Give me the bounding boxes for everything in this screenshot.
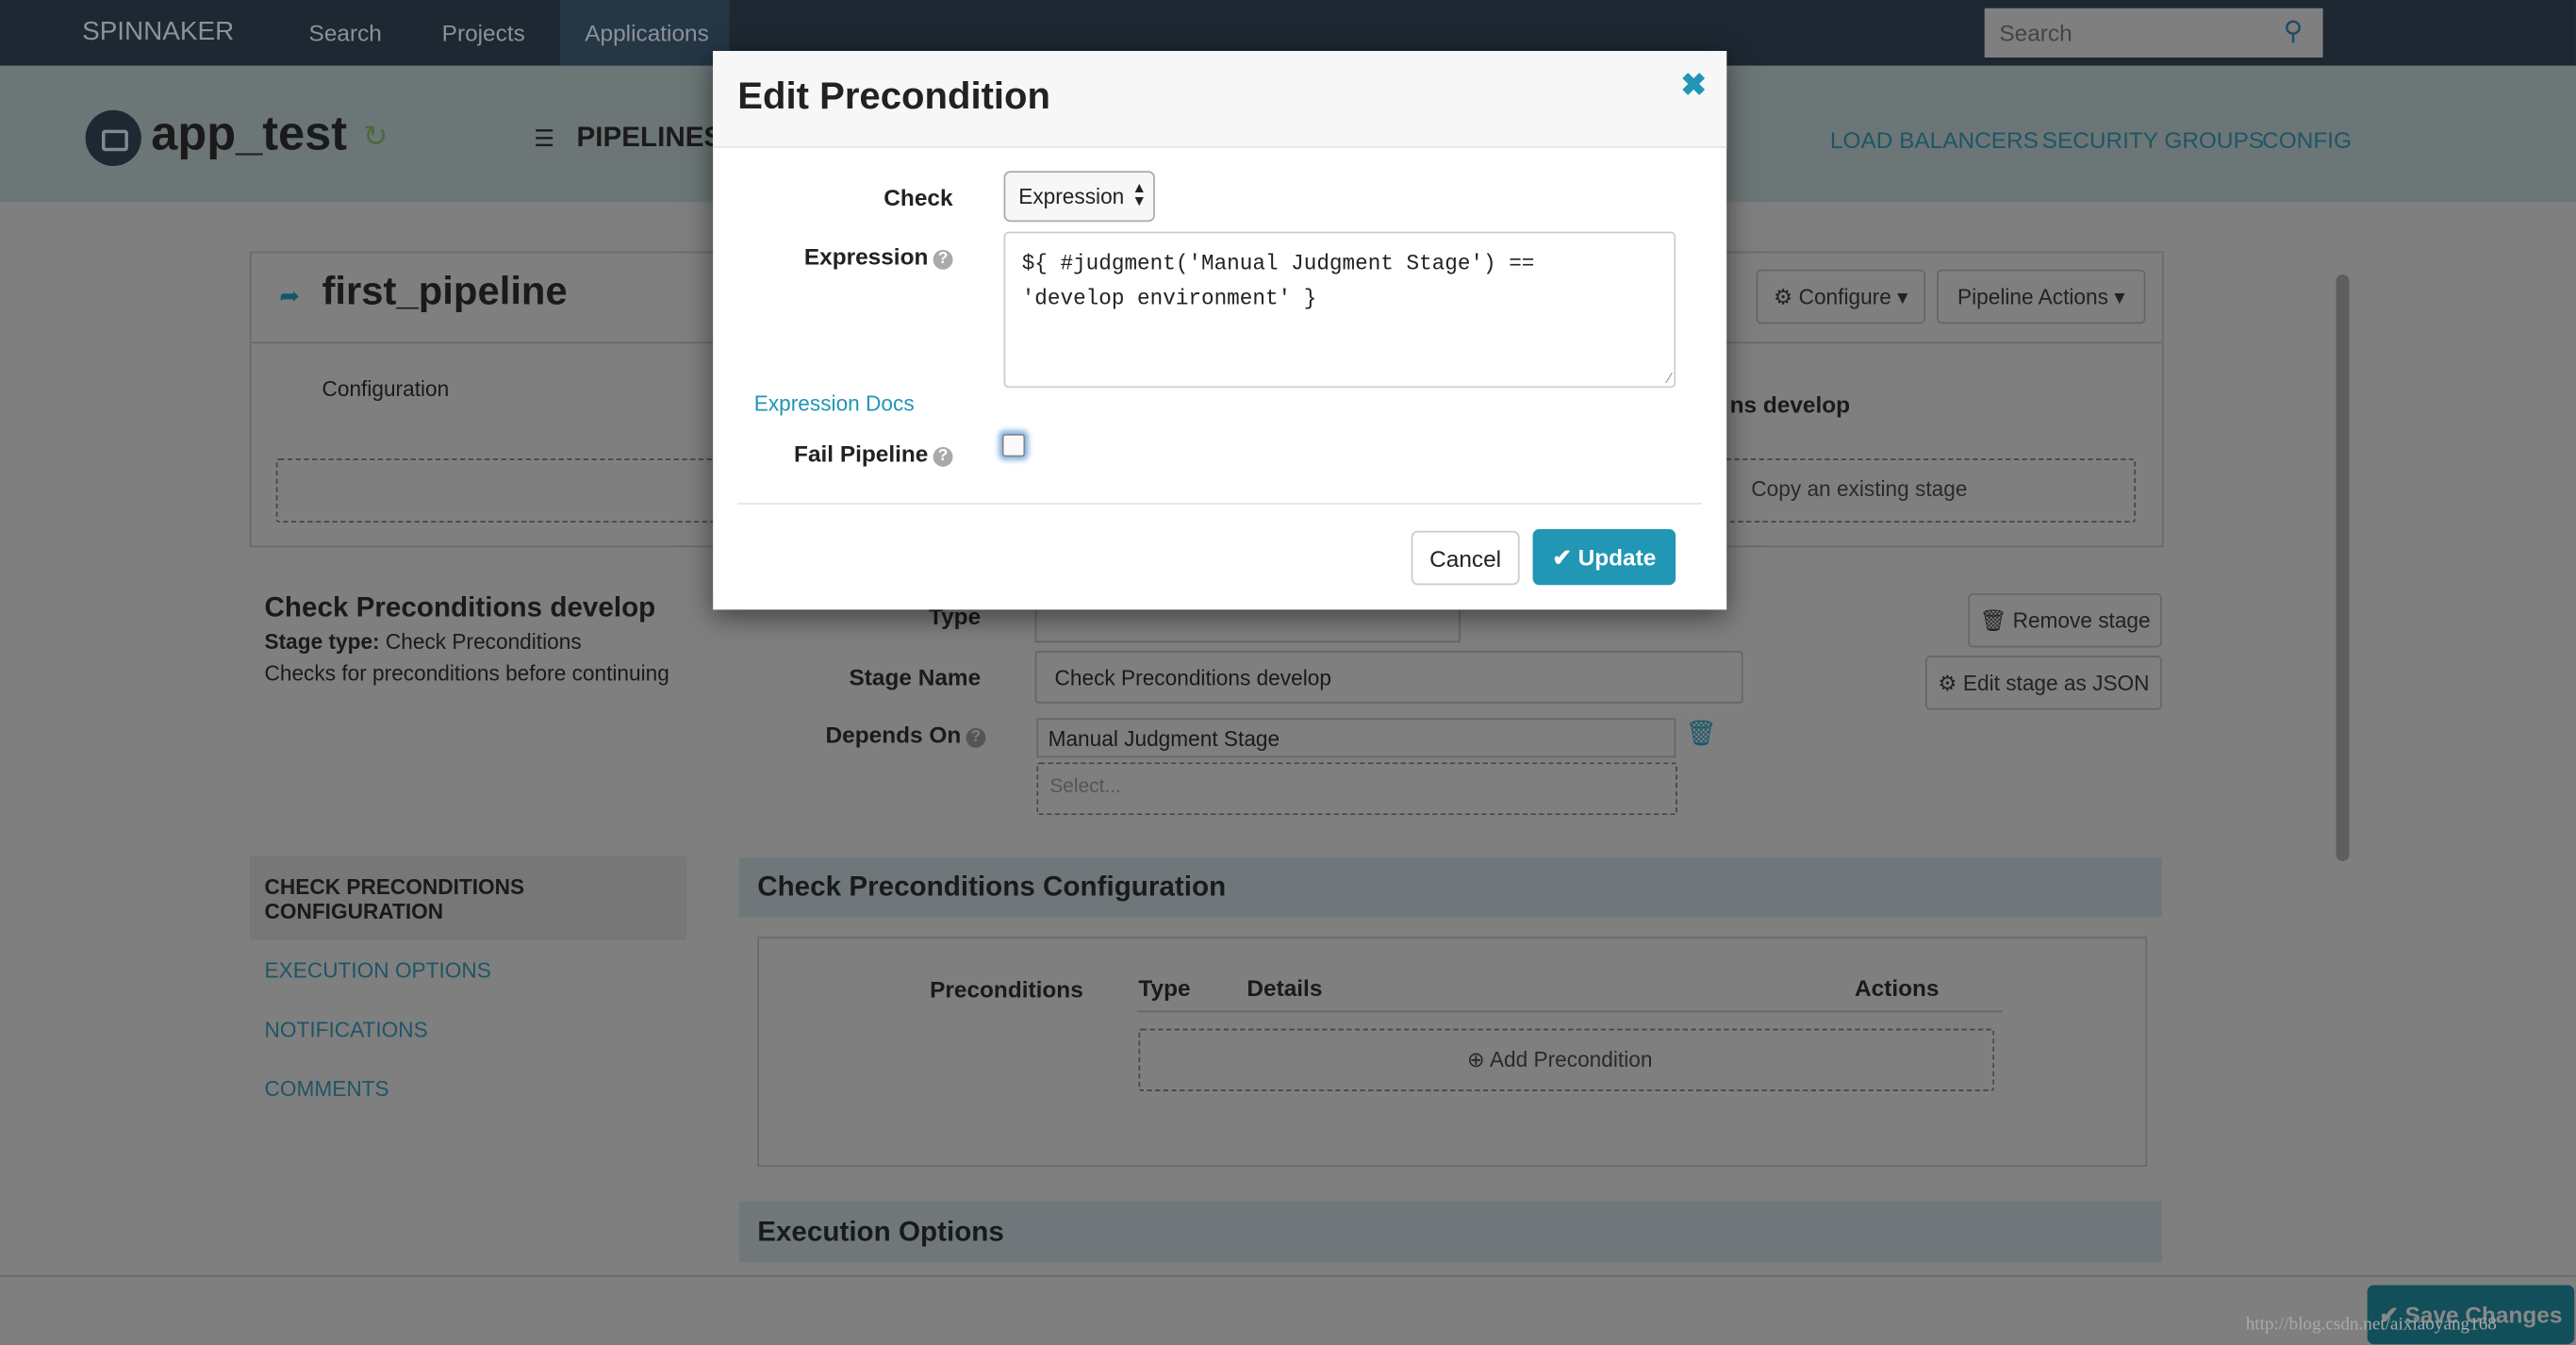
column-preconditions: Preconditions (930, 975, 1083, 1003)
remove-stage-button[interactable]: 🗑 Remove stage (1968, 592, 2162, 648)
nav-applications[interactable]: Applications (560, 0, 730, 66)
column-actions: Actions (1855, 974, 1940, 1002)
depends-on-text: Depends On (825, 721, 962, 748)
update-button[interactable]: ✔ Update (1532, 529, 1676, 586)
trash-icon[interactable]: 🗑 (1686, 718, 1717, 748)
modal-title: Edit Precondition (737, 74, 1051, 117)
update-label: Update (1577, 543, 1657, 571)
expression-label: Expression? (779, 243, 953, 270)
pipelines-icon: ☰ (534, 125, 555, 152)
edit-precondition-modal: Edit Precondition ✖ Check Expression ▲ ▼ E… (713, 51, 1727, 610)
config-node[interactable]: Configuration (322, 376, 449, 401)
stage-name-input[interactable]: Check Preconditions develop (1034, 650, 1743, 704)
stage-description: Checks for preconditions before continui… (264, 660, 669, 686)
check-label: Check (883, 184, 953, 211)
tab-load-balancers[interactable]: LOAD BALANCERS (1830, 126, 2039, 153)
app-icon (85, 109, 141, 166)
stage-name-value: Check Preconditions develop (1054, 665, 1331, 690)
configure-button[interactable]: ⚙ Configure ▾ (1756, 269, 1925, 324)
expression-textarea[interactable]: ${ #judgment('Manual Judgment Stage') ==… (1003, 231, 1676, 389)
brand-logo[interactable]: SPINNAKER (82, 18, 234, 47)
pipeline-name: first_pipeline (322, 269, 568, 314)
close-icon[interactable]: ✖ (1680, 67, 1707, 105)
help-icon[interactable]: ? (966, 727, 986, 748)
configure-label: Configure (1798, 284, 1891, 309)
resize-handle-icon[interactable]: ∕ (1668, 370, 1671, 386)
nav-projects[interactable]: Projects (442, 20, 525, 46)
cancel-button[interactable]: Cancel (1411, 530, 1520, 586)
expression-docs-link[interactable]: Expression Docs (754, 391, 915, 416)
gear-icon: ⚙ (1773, 283, 1793, 308)
gear-icon: ⚙ (1938, 669, 1957, 695)
back-icon[interactable]: ➦ (279, 281, 300, 311)
edit-json-label: Edit stage as JSON (1962, 670, 2150, 695)
copy-stage-link[interactable]: Copy an existing stage (1751, 476, 1967, 501)
depends-on-value[interactable]: Manual Judgment Stage (1036, 718, 1676, 758)
help-icon[interactable]: ? (933, 249, 953, 270)
side-nav-config-label: CHECK PRECONDITIONS CONFIGURATION (264, 873, 525, 924)
trash-icon: 🗑 (1979, 606, 2007, 632)
watermark: http://blog.csdn.net/aixiaoyang168 (2245, 1314, 2497, 1335)
config-section-header: Check Preconditions Configuration (739, 857, 2162, 918)
expression-value: ${ #judgment('Manual Judgment Stage') ==… (1021, 251, 1535, 311)
add-precondition-label: Add Precondition (1489, 1046, 1653, 1071)
stage-summary: Check Preconditions develop Stage type: … (265, 591, 725, 685)
preconditions-table: Preconditions Type Details Actions ⊕ Add… (757, 937, 2148, 1168)
nav-search[interactable]: Search (309, 20, 382, 46)
app-name: app_test (151, 108, 348, 161)
help-icon[interactable]: ? (933, 446, 953, 467)
side-nav-comments[interactable]: COMMENTS (265, 1076, 389, 1101)
edit-json-button[interactable]: ⚙ Edit stage as JSON (1924, 656, 2162, 710)
column-details: Details (1247, 974, 1323, 1002)
search-icon[interactable]: ⚲ (2284, 15, 2303, 48)
scrollbar[interactable] (2336, 274, 2350, 861)
side-nav-execution-options[interactable]: EXECUTION OPTIONS (265, 958, 491, 983)
refresh-icon[interactable]: ↻ (363, 120, 388, 155)
check-select-value: Expression (1018, 184, 1125, 209)
tab-security-groups[interactable]: SECURITY GROUPS (2042, 126, 2264, 153)
pipeline-actions-button[interactable]: Pipeline Actions ▾ (1937, 269, 2146, 324)
stage-title: Check Preconditions develop (264, 591, 656, 623)
check-select[interactable]: Expression ▲ ▼ (1003, 171, 1155, 223)
fail-pipeline-label: Fail Pipeline? (762, 440, 953, 467)
stage-name-label: Stage Name (849, 663, 982, 690)
fail-pipeline-checkbox[interactable] (1001, 433, 1026, 457)
expression-label-text: Expression (803, 242, 929, 270)
depends-on-placeholder: Select... (1049, 773, 1121, 798)
stage-type-value: Check Preconditions (385, 629, 582, 655)
add-precondition-button[interactable]: ⊕ Add Precondition (1138, 1028, 1995, 1091)
stage-type-label: Stage type: (264, 629, 380, 655)
depends-on-select[interactable]: Select... (1036, 762, 1677, 816)
tab-config[interactable]: CONFIG (2262, 126, 2352, 153)
execution-section-header: Execution Options (739, 1201, 2162, 1263)
remove-stage-label: Remove stage (2012, 607, 2151, 633)
side-nav-notifications[interactable]: NOTIFICATIONS (265, 1017, 428, 1041)
fail-pipeline-text: Fail Pipeline (794, 440, 929, 467)
stage-node[interactable]: ns develop (1730, 391, 1850, 418)
check-circle-icon: ✔ (1552, 542, 1572, 570)
pipeline-actions-label: Pipeline Actions (1957, 284, 2108, 309)
tab-pipelines[interactable]: PIPELINES (577, 122, 723, 155)
modal-header: Edit Precondition ✖ (713, 51, 1727, 148)
nav-applications-label: Applications (585, 19, 709, 46)
depends-on-label: Depends On? (772, 721, 986, 748)
side-nav-item-config[interactable]: CHECK PRECONDITIONS CONFIGURATION (249, 855, 687, 940)
column-type: Type (1138, 974, 1191, 1002)
depends-on-item: Manual Judgment Stage (1048, 726, 1280, 752)
search-placeholder: Search (1999, 19, 2072, 46)
search-input[interactable]: Search ⚲ (1984, 8, 2323, 58)
